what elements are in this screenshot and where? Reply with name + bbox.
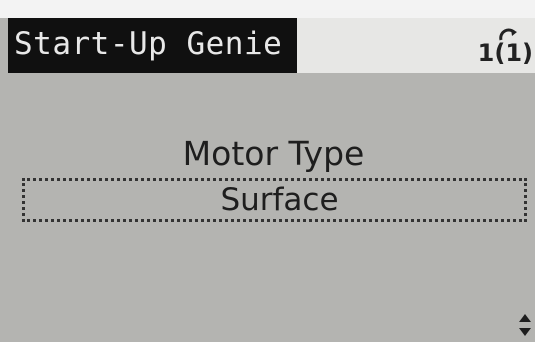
menu-indicator: 1(1)	[473, 18, 533, 73]
display-bezel	[0, 0, 535, 18]
parameter-value: Surface	[220, 182, 339, 218]
up-down-arrows-icon	[519, 314, 531, 336]
title-bar: Start-Up Genie 1(1)	[8, 18, 535, 73]
title-highlight: Start-Up Genie	[8, 18, 297, 73]
parameter-label: Motor Type	[182, 134, 365, 173]
lcd-display: Start-Up Genie 1(1) Motor Type Surface	[0, 0, 535, 342]
screen-title: Start-Up Genie	[14, 26, 283, 62]
menu-index: 1(1)	[477, 39, 533, 67]
parameter-value-field[interactable]: Surface	[22, 178, 527, 222]
